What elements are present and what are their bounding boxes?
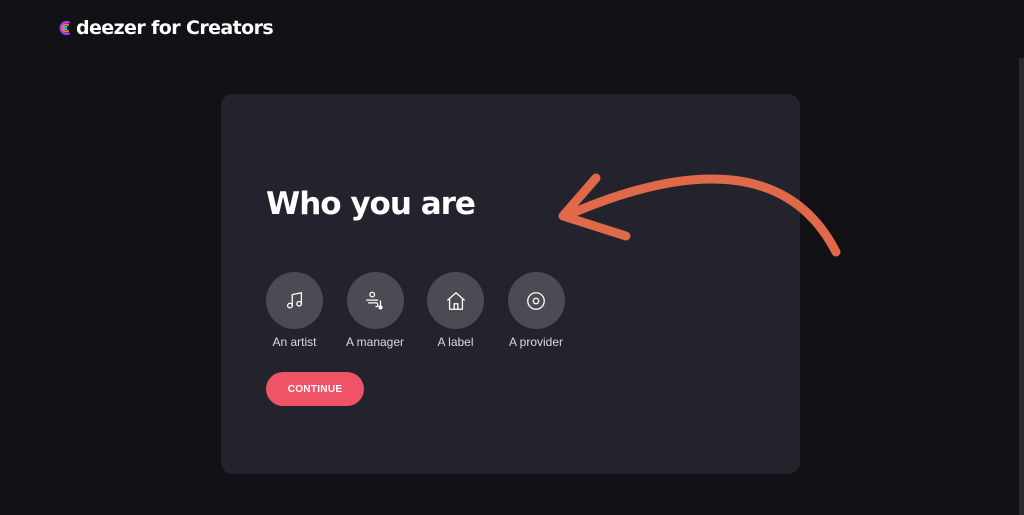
music-note-icon [286,291,302,309]
page: deezer for Creators Who you are An artis… [0,0,1024,515]
option-circle[interactable] [266,272,323,329]
role-option-manager[interactable]: A manager [345,272,405,349]
role-option-label[interactable]: A label [427,272,484,349]
scrollbar[interactable] [1019,58,1024,515]
home-icon [446,291,465,310]
annotation-arrow-icon [558,173,841,257]
option-label: An artist [272,335,317,349]
option-label: A label [437,335,474,349]
option-circle[interactable] [346,272,404,329]
option-circle[interactable] [507,272,565,329]
logo-text: deezer for Creators [76,17,274,39]
manager-icon [366,291,383,310]
deezer-logo[interactable]: deezer for Creators [58,17,274,39]
option-circle[interactable] [427,272,484,329]
role-option-artist[interactable]: An artist [266,272,323,349]
role-selection-card: Who you are An artist A manager A label … [221,94,800,474]
page-title: Who you are [266,186,476,222]
deezer-logo-icon [59,20,71,36]
option-label: A manager [345,335,405,349]
continue-button[interactable]: CONTINUE [266,372,364,406]
role-option-provider[interactable]: A provider [507,272,565,349]
role-options: An artist A manager A label A provider [266,272,588,349]
option-label: A provider [508,335,564,349]
disc-icon [527,291,545,310]
